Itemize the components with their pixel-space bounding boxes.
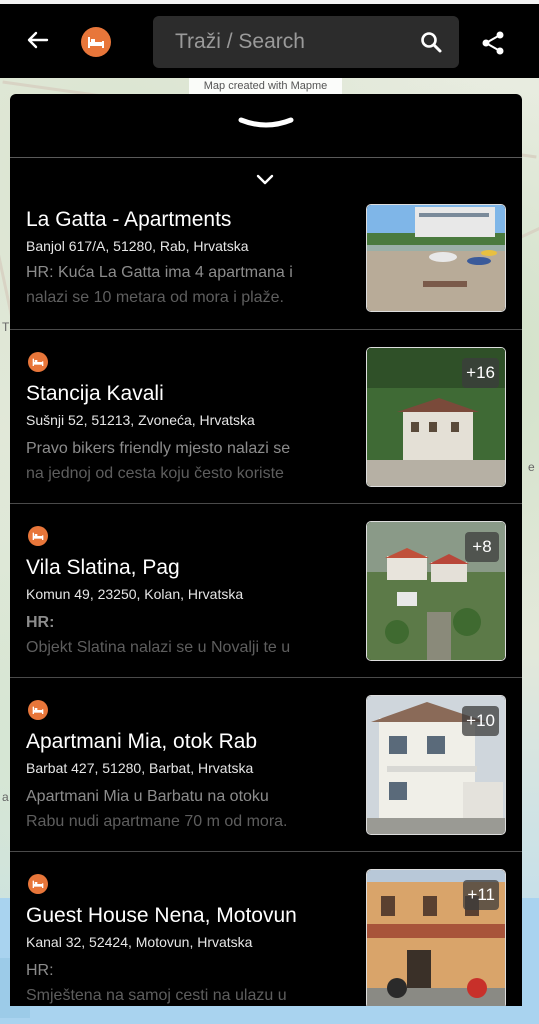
bed-icon <box>28 700 48 720</box>
listing-description: Apartmani Mia u Barbatu na otoku Rabu nu… <box>26 788 288 830</box>
listing-item[interactable]: Apartmani Mia, otok Rab Barbat 427, 5128… <box>10 678 522 852</box>
listing-address: Kanal 32, 52424, Motovun, Hrvatska <box>26 934 253 950</box>
bed-icon <box>88 37 104 48</box>
listing-item[interactable]: La Gatta - Apartments Banjol 617/A, 5128… <box>10 156 522 330</box>
bed-icon <box>28 874 48 894</box>
listing-item[interactable]: Vila Slatina, Pag Komun 49, 23250, Kolan… <box>10 504 522 678</box>
listing-photo[interactable]: +10 <box>366 695 506 835</box>
bed-icon <box>28 352 48 372</box>
listing-address: Komun 49, 23250, Kolan, Hrvatska <box>26 586 244 602</box>
photo-count-badge: +8 <box>465 532 499 562</box>
listing-address: Sušnji 52, 51213, Zvoneća, Hrvatska <box>26 412 255 428</box>
listing-address: Barbat 427, 51280, Barbat, Hrvatska <box>26 760 254 776</box>
bed-icon <box>28 526 48 546</box>
listing-description: HR: Objekt Slatina nalazi se u Novalji t… <box>26 614 291 656</box>
top-bar <box>0 0 539 78</box>
search-box <box>153 16 459 68</box>
listing-photo[interactable]: +16 <box>366 347 506 487</box>
back-arrow-icon <box>27 31 49 49</box>
photo-count-badge: +16 <box>462 358 499 388</box>
photo-count-badge: +10 <box>462 706 499 736</box>
share-icon[interactable] <box>480 30 506 56</box>
listing-title: Vila Slatina, Pag <box>26 556 180 579</box>
listing-panel: La Gatta - Apartments Banjol 617/A, 5128… <box>10 94 522 1006</box>
listing-description: Pravo bikers friendly mjesto nalazi se n… <box>26 440 291 482</box>
listing-title: La Gatta - Apartments <box>26 208 232 231</box>
panel-handle[interactable] <box>10 94 522 158</box>
listing-item[interactable]: Guest House Nena, Motovun Kanal 32, 5242… <box>10 852 522 1006</box>
listing-title: Guest House Nena, Motovun <box>26 904 297 927</box>
listing-description: HR: Smještena na samoj cesti na ulazu u <box>26 962 287 1004</box>
back-button[interactable] <box>22 22 54 58</box>
listing-description: HR: Kuća La Gatta ima 4 apartmana i nala… <box>26 264 293 306</box>
chevron-down-icon <box>238 117 294 128</box>
map-credit: Map created with Mapme <box>189 78 342 94</box>
listing-photo[interactable] <box>366 204 506 312</box>
photo-count-badge: +11 <box>463 880 499 910</box>
listing-photo[interactable]: +8 <box>366 521 506 661</box>
search-input[interactable] <box>163 24 413 60</box>
listing-address: Banjol 617/A, 51280, Rab, Hrvatska <box>26 238 249 254</box>
listing-photo[interactable]: +11 <box>366 869 506 1006</box>
listing-title: Stancija Kavali <box>26 382 164 405</box>
listing-title: Apartmani Mia, otok Rab <box>26 730 258 753</box>
listing-item[interactable]: Stancija Kavali Sušnji 52, 51213, Zvoneć… <box>10 330 522 504</box>
search-icon[interactable] <box>419 30 443 54</box>
category-button[interactable] <box>81 27 111 57</box>
